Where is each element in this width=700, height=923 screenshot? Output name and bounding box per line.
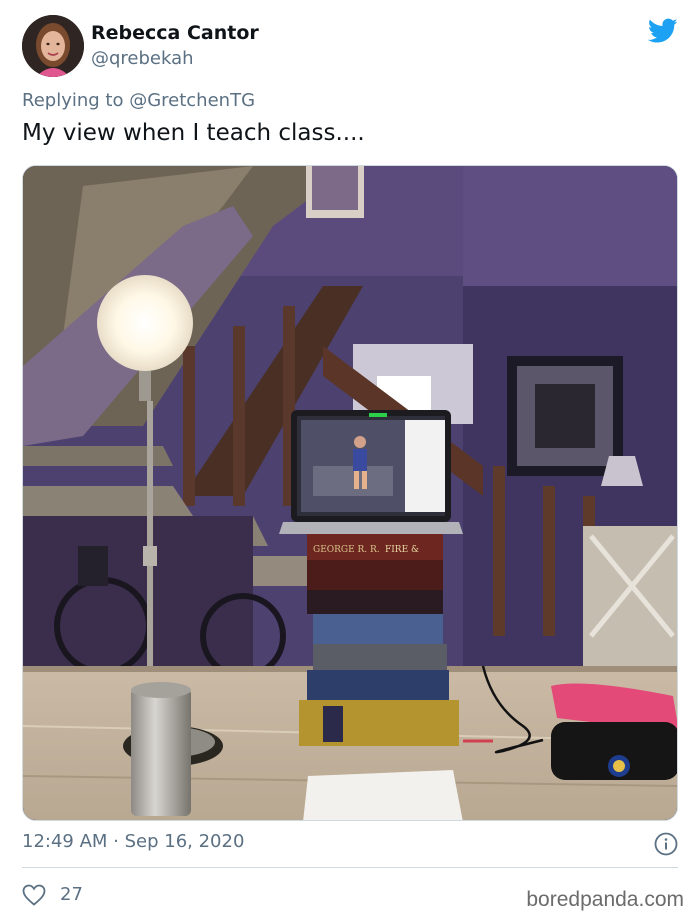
reply-context: Replying to @GretchenTG (22, 90, 255, 111)
like-count: 27 (60, 884, 83, 905)
twitter-bird-icon[interactable] (648, 18, 678, 44)
tweet-timestamp[interactable]: 12:49 AM · Sep 16, 2020 (22, 831, 244, 852)
watermark: boredpanda.com (526, 888, 684, 911)
reply-prefix: Replying to (22, 90, 130, 111)
tweet-text: My view when I teach class.... (22, 120, 365, 146)
tweet-header: Rebecca Cantor @qrebekah (22, 15, 678, 79)
book-martin-spine: GEORGE R. R. (313, 545, 380, 555)
heart-icon[interactable] (22, 884, 46, 906)
divider (22, 867, 678, 868)
tweet-photo[interactable]: GEORGE R. R. FIRE & (22, 165, 678, 821)
svg-text:FIRE &: FIRE & (385, 545, 419, 555)
display-name[interactable]: Rebecca Cantor (91, 22, 259, 44)
info-icon[interactable] (654, 832, 678, 856)
handle[interactable]: @qrebekah (91, 48, 194, 69)
reply-mention-link[interactable]: @GretchenTG (129, 90, 255, 111)
avatar[interactable] (22, 15, 84, 77)
